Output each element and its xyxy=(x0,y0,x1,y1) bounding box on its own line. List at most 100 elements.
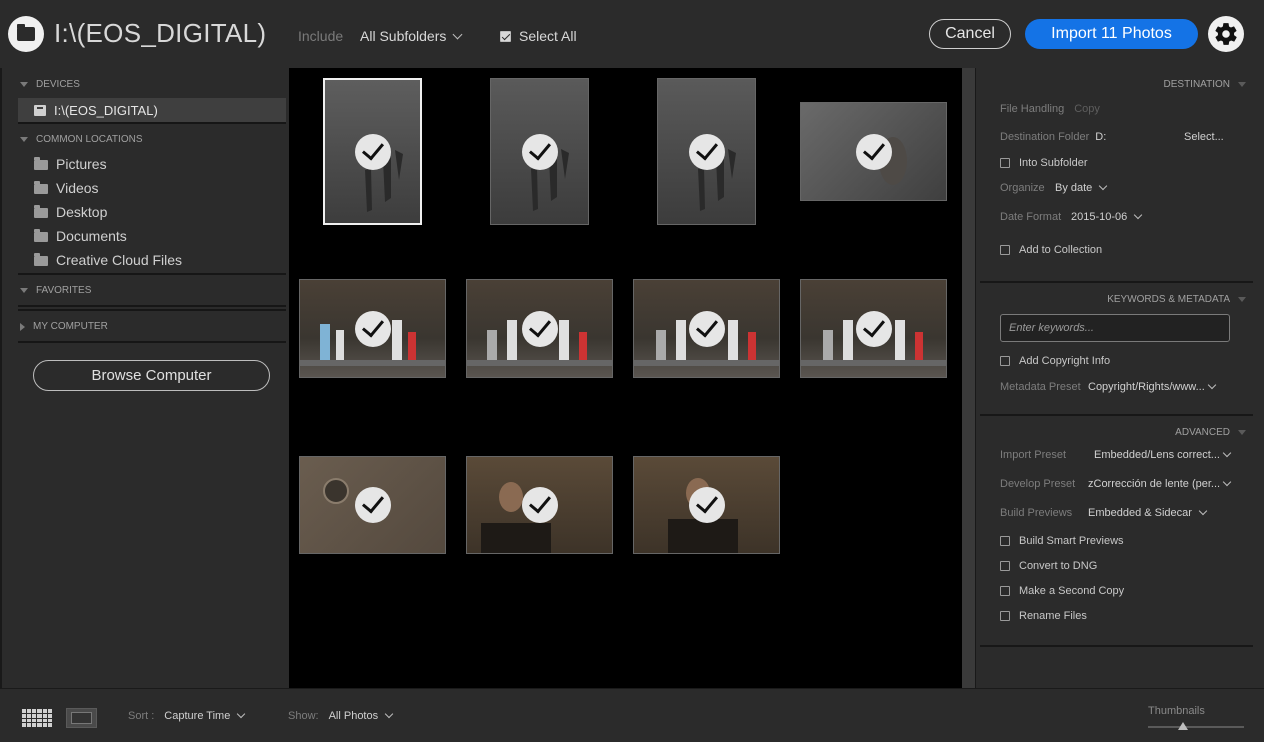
copyright-label: Add Copyright Info xyxy=(1019,355,1111,367)
include-dropdown[interactable]: All Subfolders xyxy=(360,28,463,44)
date-format-label: Date Format xyxy=(1000,211,1062,223)
photo-thumbnail[interactable] xyxy=(490,78,589,225)
chevron-down-icon xyxy=(1198,506,1208,516)
photo-thumbnail[interactable] xyxy=(800,102,947,201)
date-format-dropdown[interactable]: 2015-10-06 xyxy=(1071,210,1143,223)
import-preset-dropdown[interactable]: Embedded/Lens correct... xyxy=(1094,448,1232,461)
develop-preset-label: Develop Preset xyxy=(1000,478,1076,490)
checkmark-icon[interactable] xyxy=(855,310,892,347)
add-collection-label: Add to Collection xyxy=(1019,244,1103,256)
checkbox-icon xyxy=(1000,245,1010,255)
location-label: Desktop xyxy=(56,204,108,220)
checkmark-icon[interactable] xyxy=(688,133,725,170)
divider xyxy=(18,273,286,275)
build-smart-previews-checkbox[interactable]: Build Smart Previews xyxy=(1000,535,1124,547)
photo-thumbnail[interactable] xyxy=(633,456,780,554)
add-to-collection-checkbox[interactable]: Add to Collection xyxy=(1000,244,1102,256)
checkbox-icon xyxy=(1000,158,1010,168)
collapse-triangle-icon xyxy=(20,137,28,142)
photo-thumbnail[interactable] xyxy=(299,279,446,378)
photo-thumbnail[interactable] xyxy=(633,279,780,378)
checkmark-icon[interactable] xyxy=(521,133,558,170)
select-folder-label: Select... xyxy=(1184,131,1224,143)
source-title: I:\(EOS_DIGITAL) xyxy=(54,18,267,48)
advanced-section-header[interactable]: ADVANCED xyxy=(1175,427,1246,438)
photo-thumbnail[interactable] xyxy=(657,78,756,225)
photo-thumbnail[interactable] xyxy=(299,456,446,554)
chevron-down-icon xyxy=(384,709,394,719)
keywords-input[interactable]: Enter keywords... xyxy=(1000,314,1230,342)
loupe-view-icon[interactable] xyxy=(66,708,97,728)
slider-knob-icon[interactable] xyxy=(1178,722,1188,730)
date-format-row: Date Format xyxy=(1000,211,1061,223)
into-subfolder-checkbox[interactable]: Into Subfolder xyxy=(1000,157,1088,169)
device-label: I:\(EOS_DIGITAL) xyxy=(54,102,158,118)
settings-button[interactable] xyxy=(1208,16,1244,52)
select-folder-button[interactable]: Select... xyxy=(1184,131,1224,143)
folder-icon xyxy=(34,229,48,242)
checkmark-icon[interactable] xyxy=(521,310,558,347)
location-documents[interactable]: Documents xyxy=(34,228,127,244)
folder-icon xyxy=(34,253,48,266)
checkbox-icon xyxy=(1000,561,1010,571)
collapse-triangle-icon xyxy=(20,288,28,293)
rename-label: Rename Files xyxy=(1019,610,1087,622)
photo-thumbnail[interactable] xyxy=(466,456,613,554)
build-previews-dropdown[interactable]: Embedded & Sidecar xyxy=(1088,506,1208,519)
checkmark-icon[interactable] xyxy=(354,133,391,170)
import-button[interactable]: Import 11 Photos xyxy=(1025,19,1198,49)
cancel-button[interactable]: Cancel xyxy=(929,19,1011,49)
my-computer-section-header[interactable]: MY COMPUTER xyxy=(20,321,108,332)
device-item[interactable]: I:\(EOS_DIGITAL) xyxy=(18,98,286,122)
add-copyright-checkbox[interactable]: Add Copyright Info xyxy=(1000,355,1110,367)
sort-value: Capture Time xyxy=(164,710,231,722)
checkmark-icon[interactable] xyxy=(354,310,391,347)
thumbnail-size-slider[interactable] xyxy=(1148,726,1244,728)
collapse-triangle-icon xyxy=(1238,82,1246,87)
destination-section-header[interactable]: DESTINATION xyxy=(1164,79,1246,90)
import-preset-value: Embedded/Lens correct... xyxy=(1094,449,1220,461)
organize-dropdown[interactable]: By date xyxy=(1055,181,1108,194)
advanced-header-label: ADVANCED xyxy=(1175,427,1230,438)
checkmark-icon[interactable] xyxy=(688,487,725,523)
favorites-section-header[interactable]: FAVORITES xyxy=(20,285,91,296)
checkmark-icon[interactable] xyxy=(521,487,558,523)
grid-scrollbar[interactable] xyxy=(962,68,975,688)
source-folder-button[interactable] xyxy=(8,16,44,52)
collapse-triangle-icon xyxy=(1238,297,1246,302)
checkmark-icon[interactable] xyxy=(855,133,892,170)
location-videos[interactable]: Videos xyxy=(34,180,99,196)
convert-dng-checkbox[interactable]: Convert to DNG xyxy=(1000,560,1097,572)
location-creative-cloud[interactable]: Creative Cloud Files xyxy=(34,252,182,268)
browse-computer-button[interactable]: Browse Computer xyxy=(33,360,270,391)
metadata-preset-dropdown[interactable]: Copyright/Rights/www... xyxy=(1088,380,1217,393)
location-pictures[interactable]: Pictures xyxy=(34,156,107,172)
divider xyxy=(18,341,286,343)
divider xyxy=(18,305,286,307)
photo-thumbnail[interactable] xyxy=(800,279,947,378)
photo-thumbnail[interactable] xyxy=(323,78,422,225)
grid-view-icon[interactable] xyxy=(22,709,52,727)
divider xyxy=(980,645,1253,647)
devices-section-header[interactable]: DEVICES xyxy=(20,79,80,90)
into-subfolder-label: Into Subfolder xyxy=(1019,157,1088,169)
photo-thumbnail[interactable] xyxy=(466,279,613,378)
bottom-toolbar: Sort : Capture Time Show: All Photos Thu… xyxy=(0,688,1264,742)
checkmark-icon[interactable] xyxy=(688,310,725,347)
keywords-header-label: KEYWORDS & METADATA xyxy=(1107,294,1230,305)
top-bar: I:\(EOS_DIGITAL) Include All Subfolders … xyxy=(0,0,1264,68)
checkbox-icon xyxy=(1000,586,1010,596)
rename-files-checkbox[interactable]: Rename Files xyxy=(1000,610,1087,622)
checkbox-icon xyxy=(1000,611,1010,621)
sort-dropdown[interactable]: Sort : Capture Time xyxy=(128,709,246,722)
common-locations-section-header[interactable]: COMMON LOCATIONS xyxy=(20,134,142,145)
show-dropdown[interactable]: Show: All Photos xyxy=(288,709,394,722)
keywords-section-header[interactable]: KEYWORDS & METADATA xyxy=(1107,294,1246,305)
location-desktop[interactable]: Desktop xyxy=(34,204,107,220)
organize-row: Organize xyxy=(1000,182,1045,194)
second-copy-checkbox[interactable]: Make a Second Copy xyxy=(1000,585,1124,597)
select-all-checkbox[interactable]: Select All xyxy=(500,28,577,44)
develop-preset-dropdown[interactable]: zCorrección de lente (per... xyxy=(1088,477,1232,490)
collapse-triangle-icon xyxy=(1238,430,1246,435)
checkmark-icon[interactable] xyxy=(354,487,391,523)
